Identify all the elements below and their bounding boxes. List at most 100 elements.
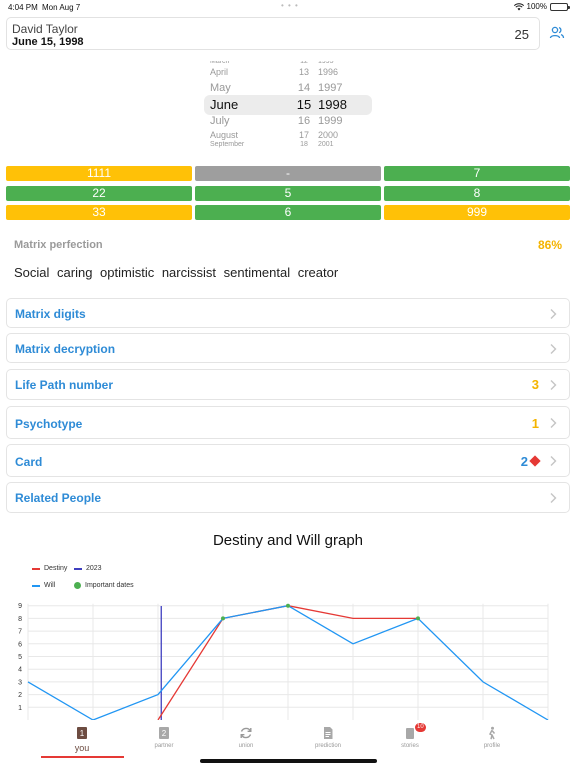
legend-swatch [74, 582, 81, 589]
person-name: David Taylor [12, 22, 78, 36]
matrix-cell: 999 [384, 205, 570, 220]
legend-2023: 2023 [74, 565, 102, 572]
legend-swatch [74, 567, 82, 570]
legend-label: Will [44, 582, 56, 589]
menu-psychotype[interactable]: Psychotype 1 [6, 406, 570, 439]
matrix-cell: - [195, 166, 381, 181]
multitask-dots[interactable]: • • • [281, 1, 299, 10]
diamond-suit-icon [529, 455, 541, 467]
tab-label: stories [401, 743, 419, 749]
picker-year-option[interactable]: 2000 [318, 130, 358, 140]
picker-year-option[interactable]: 1996 [318, 67, 358, 77]
important-date-point [286, 603, 290, 608]
tab-partner-icon: 2 [159, 727, 169, 739]
menu-matrix-decryption[interactable]: Matrix decryption [6, 333, 570, 363]
picker-year-option[interactable]: 1997 [318, 82, 358, 94]
picker-month-option[interactable]: March [210, 61, 280, 65]
document-icon [324, 727, 333, 739]
y-tick-label: 7 [18, 629, 22, 636]
tab-label: profile [483, 743, 501, 749]
active-tab-indicator [41, 756, 124, 758]
legend-label: Destiny [44, 565, 68, 572]
date-picker[interactable]: March April May June July August September 12 1… [200, 61, 376, 149]
tab-profile[interactable]: profile [451, 726, 533, 749]
menu-item-label: Matrix decryption [15, 342, 116, 356]
chevron-right-icon [550, 418, 557, 428]
picker-day-wheel[interactable]: 12 13 14 15 16 17 18 [290, 61, 318, 149]
menu-life-path-number[interactable]: Life Path number 3 [6, 369, 570, 400]
tab-union[interactable]: union [205, 726, 287, 749]
menu-matrix-digits[interactable]: Matrix digits [6, 298, 570, 328]
menu-item-label: Life Path number [15, 378, 114, 392]
picker-month-option[interactable]: May [210, 82, 280, 94]
person-walking-icon [488, 726, 496, 740]
menu-related-people[interactable]: Related People [6, 482, 570, 513]
chevron-right-icon [550, 309, 557, 319]
tab-you[interactable]: 1 you [41, 726, 123, 753]
picker-day-option[interactable]: 15 [290, 97, 318, 112]
picker-day-option[interactable]: 16 [290, 115, 318, 127]
matrix-cell: 22 [6, 186, 192, 201]
psychotype-value: 1 [531, 416, 539, 431]
person-birthdate: June 15, 1998 [12, 36, 84, 48]
picker-day-option[interactable]: 18 [290, 141, 318, 148]
legend-swatch [32, 567, 40, 570]
menu-item-label: Matrix digits [15, 307, 86, 321]
picker-day-option[interactable]: 12 [290, 61, 318, 65]
menu-card[interactable]: Card 2 [6, 444, 570, 477]
picker-year-option[interactable]: 2001 [318, 141, 358, 148]
people-icon[interactable] [549, 25, 565, 41]
tab-label: union [238, 743, 254, 749]
picker-year-option[interactable]: 1998 [318, 97, 358, 112]
picker-month-option[interactable]: August [210, 130, 280, 140]
graph-title: Destiny and Will graph [212, 532, 364, 549]
tab-label: partner [154, 743, 174, 749]
person-age: 25 [514, 27, 529, 42]
traits-text: Social caring optimistic narcissist sent… [14, 265, 339, 280]
tab-stories[interactable]: 10 stories [369, 723, 451, 749]
picker-year-option[interactable]: 1995 [318, 61, 358, 65]
chevron-right-icon [550, 493, 557, 503]
important-date-point [416, 616, 420, 621]
y-tick-label: 2 [18, 692, 22, 699]
perfection-value: 86% [537, 238, 562, 252]
chevron-right-icon [550, 380, 557, 390]
important-date-point [221, 616, 225, 621]
legend-swatch [32, 584, 40, 587]
matrix-cell: 1111 [6, 166, 192, 181]
chevron-right-icon [550, 344, 557, 354]
status-bar: 4:04 PM Mon Aug 7 • • • 100% [0, 0, 576, 14]
picker-month-option[interactable]: April [210, 67, 280, 77]
status-right: 100% [513, 2, 570, 11]
y-tick-label: 1 [18, 705, 22, 712]
menu-item-label: Related People [15, 491, 102, 505]
matrix-cell: 33 [6, 205, 192, 220]
legend-destiny: Destiny [32, 565, 67, 572]
legend-label: 2023 [86, 565, 102, 572]
picker-year-wheel[interactable]: 1995 1996 1997 1998 1999 2000 2001 [318, 61, 358, 149]
tab-label: you [74, 743, 90, 753]
home-indicator[interactable] [200, 759, 377, 763]
picker-month-option[interactable]: July [210, 115, 280, 127]
perfection-label: Matrix perfection [14, 239, 103, 251]
tab-you-icon-number: 1 [80, 729, 85, 738]
tab-prediction[interactable]: prediction [287, 726, 369, 749]
y-tick-label: 3 [18, 679, 22, 686]
tab-partner-icon-number: 2 [162, 729, 167, 738]
matrix-cell: 7 [384, 166, 570, 181]
matrix-cell: 8 [384, 186, 570, 201]
y-tick-label: 9 [18, 603, 22, 610]
picker-month-option[interactable]: September [210, 141, 280, 148]
picker-year-option[interactable]: 1999 [318, 115, 358, 127]
legend-will: Will [32, 582, 55, 589]
tab-partner[interactable]: 2 partner [123, 726, 205, 749]
picker-day-option[interactable]: 17 [290, 130, 318, 140]
picker-month-option[interactable]: June [210, 97, 280, 112]
status-date: Mon Aug 7 [42, 3, 81, 12]
matrix-cell: 5 [195, 186, 381, 201]
picker-day-option[interactable]: 13 [290, 67, 318, 77]
picker-day-option[interactable]: 14 [290, 82, 318, 94]
y-tick-label: 4 [18, 667, 22, 674]
picker-month-wheel[interactable]: March April May June July August September [210, 61, 280, 149]
person-card[interactable]: David Taylor June 15, 1998 25 [6, 17, 540, 50]
